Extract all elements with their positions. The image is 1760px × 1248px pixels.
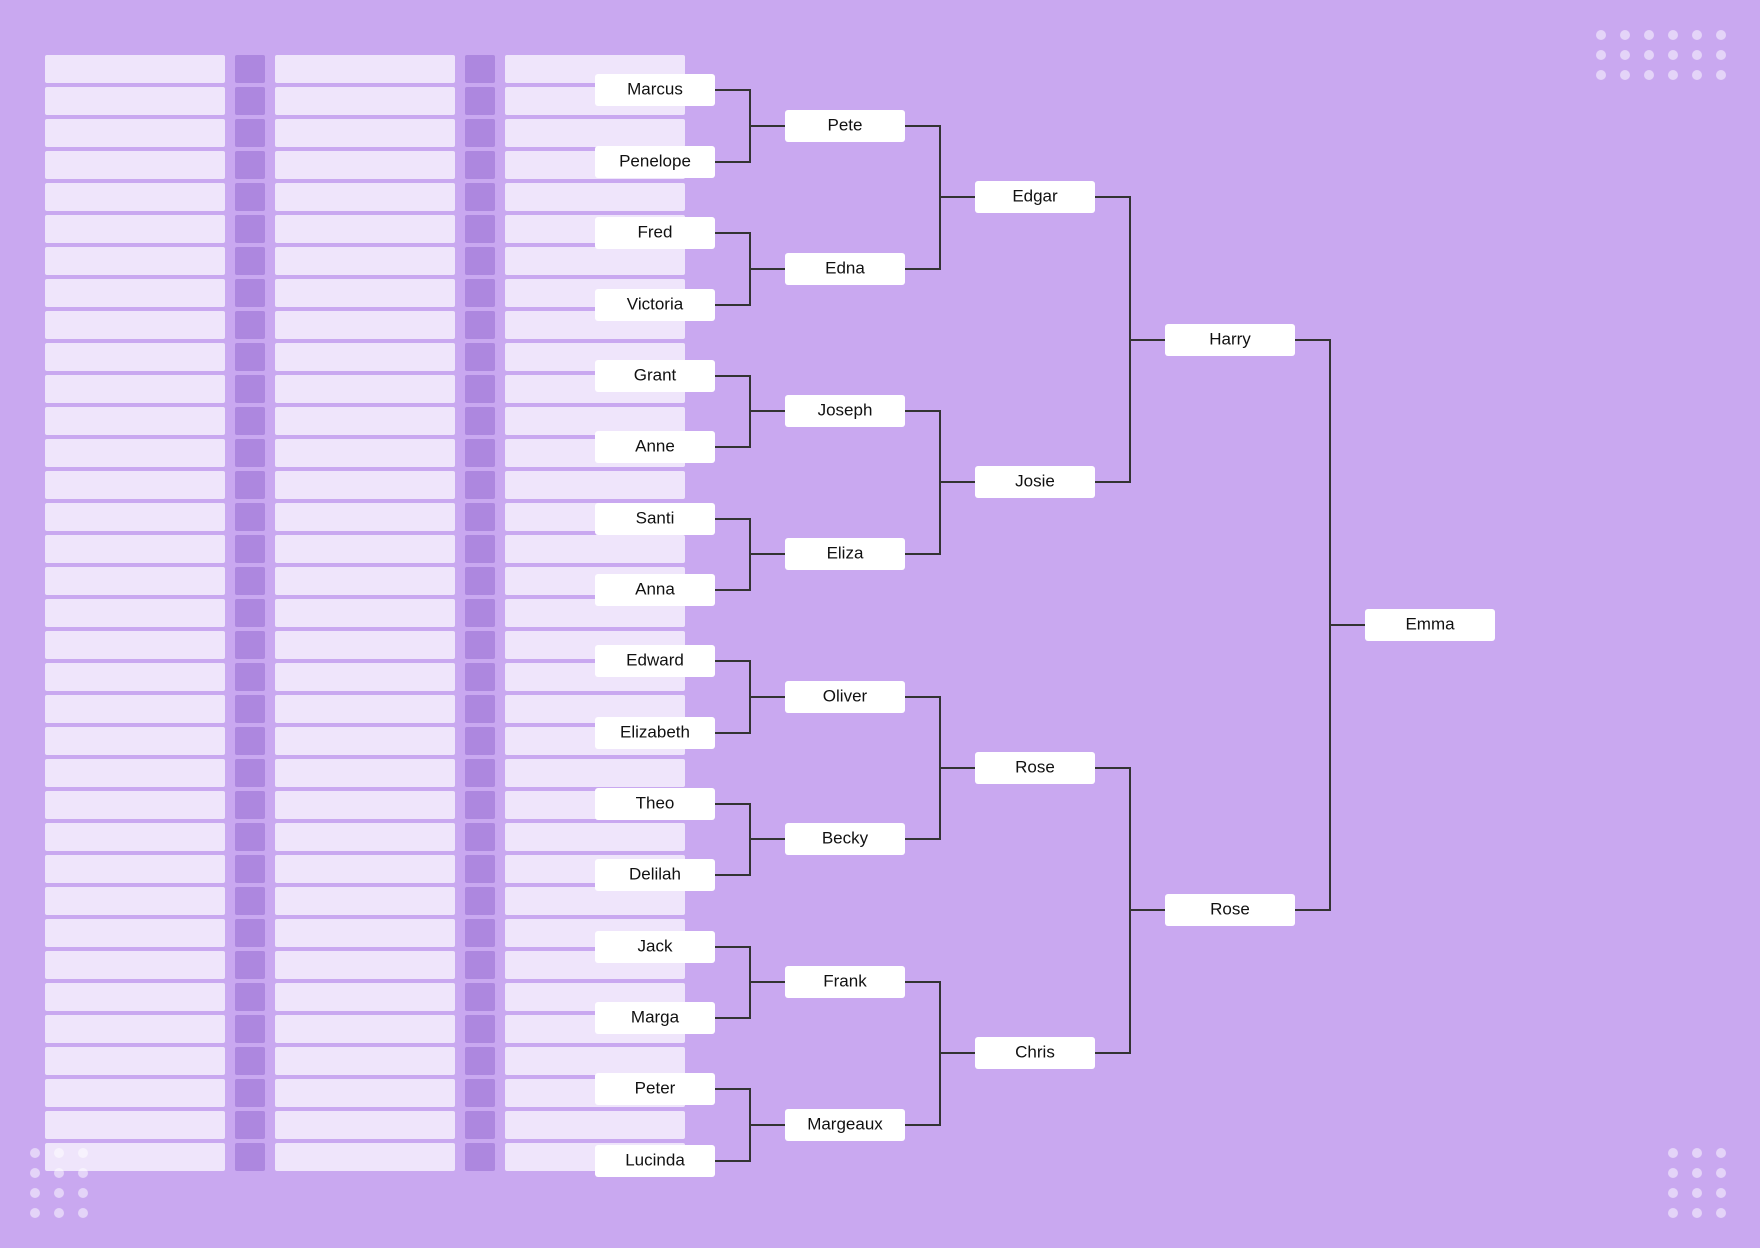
r1-edward-label: Edward: [626, 650, 684, 669]
r4-connector-1: [1295, 625, 1330, 910]
r1-anna-label: Anna: [635, 579, 675, 598]
column-group-purple-2: [465, 55, 495, 1195]
column-group-2: [275, 55, 455, 1195]
r2-joseph-label: Joseph: [818, 400, 873, 419]
r1-victoria-label: Victoria: [627, 294, 684, 313]
r1-elizabeth-label: Elizabeth: [620, 722, 690, 741]
r5-emma-label: Emma: [1405, 614, 1455, 633]
r2-connector-0: [905, 126, 975, 197]
r1-delilah-label: Delilah: [629, 864, 681, 883]
r1-connector-2: [715, 233, 785, 269]
r2-connector-5: [905, 768, 940, 839]
r1-connector-9: [715, 697, 750, 733]
r2-connector-3: [905, 482, 940, 554]
r1-anne-label: Anne: [635, 436, 675, 455]
r3-edgar-label: Edgar: [1012, 186, 1058, 205]
r1-marcus-label: Marcus: [627, 79, 683, 98]
r1-grant-label: Grant: [634, 365, 677, 384]
r1-lucinda-label: Lucinda: [625, 1150, 685, 1169]
r3-connector-2: [1095, 768, 1165, 910]
r3-connector-0: [1095, 197, 1165, 340]
r1-theo-label: Theo: [636, 793, 675, 812]
r1-connector-5: [715, 411, 750, 447]
r1-connector-10: [715, 804, 785, 839]
r3-josie-label: Josie: [1015, 471, 1055, 490]
r1-connector-7: [715, 554, 750, 590]
r1-connector-14: [715, 1089, 785, 1125]
r1-connector-3: [715, 269, 750, 305]
r2-oliver-label: Oliver: [823, 686, 868, 705]
r1-connector-15: [715, 1125, 750, 1161]
r1-santi-label: Santi: [636, 508, 675, 527]
r1-connector-12: [715, 947, 785, 982]
r1-fred-label: Fred: [638, 222, 673, 241]
r2-becky-label: Becky: [822, 828, 869, 847]
r1-connector-0: [715, 90, 785, 126]
r2-pete-label: Pete: [828, 115, 863, 134]
r3-rose-label: Rose: [1015, 757, 1055, 776]
r1-connector-11: [715, 839, 750, 875]
r3-chris-label: Chris: [1015, 1042, 1055, 1061]
r2-connector-1: [905, 197, 940, 269]
column-group-1: [45, 55, 225, 1195]
r1-connector-8: [715, 661, 785, 697]
r3-connector-1: [1095, 340, 1130, 482]
r2-margeaux-label: Margeaux: [807, 1114, 883, 1133]
r2-connector-2: [905, 411, 975, 482]
r1-marga-label: Marga: [631, 1007, 680, 1026]
bracket-container: .btext { font-family: Arial, sans-serif;…: [570, 55, 1720, 1195]
r1-connector-13: [715, 982, 750, 1018]
r1-connector-4: [715, 376, 785, 411]
r2-connector-4: [905, 697, 975, 768]
r3-connector-3: [1095, 910, 1130, 1053]
r2-eliza-label: Eliza: [827, 543, 864, 562]
r2-edna-label: Edna: [825, 258, 865, 277]
r4-harry-label: Harry: [1209, 329, 1251, 348]
r1-peter-label: Peter: [635, 1078, 676, 1097]
bracket-svg: .btext { font-family: Arial, sans-serif;…: [570, 55, 1720, 1195]
r4-rose-label: Rose: [1210, 899, 1250, 918]
r2-frank-label: Frank: [823, 971, 867, 990]
r1-connector-6: [715, 519, 785, 554]
r2-connector-6: [905, 982, 975, 1053]
r1-jack-label: Jack: [638, 936, 673, 955]
r4-connector-0: [1295, 340, 1365, 625]
r1-connector-1: [715, 126, 750, 162]
column-group-purple-1: [235, 55, 265, 1195]
r1-penelope-label: Penelope: [619, 151, 691, 170]
r2-connector-7: [905, 1053, 940, 1125]
